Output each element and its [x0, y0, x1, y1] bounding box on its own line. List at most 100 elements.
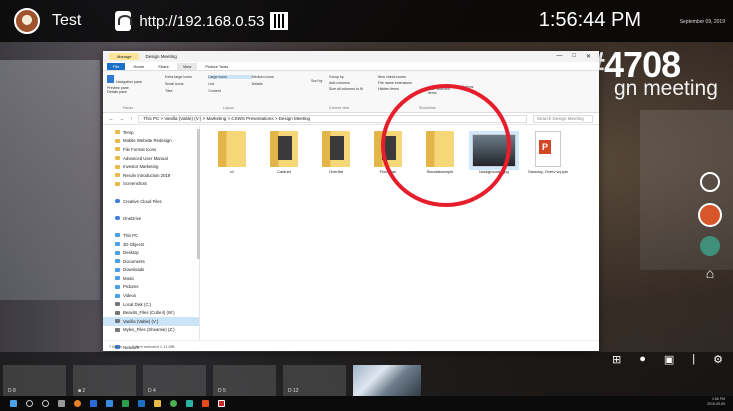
layout-details[interactable]: Details [252, 82, 295, 86]
close-button[interactable]: ✕ [586, 53, 591, 60]
forward-arrow-icon[interactable]: → [120, 116, 125, 121]
up-arrow-icon[interactable]: ↑ [130, 116, 132, 121]
nav-item[interactable]: Advanced User Manual [103, 154, 199, 163]
leaf-icon[interactable] [700, 236, 720, 256]
file-extensions-toggle[interactable]: File name extensions [378, 81, 412, 85]
layout-large-icons[interactable]: Large icons [208, 75, 252, 79]
globe-icon[interactable] [700, 172, 720, 192]
nav-item[interactable]: Vanilla (Vable) (V:) [103, 317, 199, 326]
tab-file[interactable]: File [107, 62, 126, 70]
group-by-button[interactable]: Group by [329, 75, 363, 79]
clock: 1:56:44 PM [538, 9, 641, 31]
home-icon[interactable]: ⌂ [700, 263, 720, 283]
add-columns-button[interactable]: Add columns [329, 81, 363, 85]
nav-item[interactable]: Creative Cloud Files [103, 197, 199, 206]
folder-icon [322, 131, 350, 167]
firefox-icon[interactable] [74, 400, 81, 407]
nav-item[interactable]: File Format Icons [103, 145, 199, 154]
tab-picture-tools[interactable]: Picture Tools [199, 63, 234, 70]
source-thumbnail-5[interactable]: D 12 [283, 365, 346, 396]
details-pane-button[interactable]: Details pane [107, 90, 142, 94]
status-selection: 1 item selected 1.11 MB [131, 343, 175, 349]
task-view-icon[interactable] [58, 400, 65, 407]
tab-share[interactable]: Share [152, 63, 175, 70]
nav-item[interactable]: Temp [103, 128, 199, 137]
nav-item[interactable]: Videos [103, 291, 199, 300]
cortana-icon[interactable] [42, 400, 49, 407]
search-icon[interactable] [26, 400, 33, 407]
manage-tab[interactable]: Manage [109, 53, 140, 60]
layout-grid-icon[interactable]: ⊞ [612, 353, 621, 366]
tray-divider: | [692, 353, 696, 365]
file-item[interactable]: Cabinet [259, 131, 309, 174]
active-source-preview[interactable] [353, 365, 421, 396]
room-name: Test [52, 12, 82, 29]
navigation-pane-button[interactable]: Navigation pane [116, 80, 142, 84]
brand-icon[interactable] [698, 203, 722, 227]
source-thumbnail-2[interactable]: ■ 2 [73, 365, 136, 396]
maximize-button[interactable]: □ [572, 53, 576, 60]
tab-home[interactable]: Home [127, 63, 150, 70]
app-icon-2[interactable] [202, 400, 209, 407]
app-icon[interactable] [186, 400, 193, 407]
folder-icon [115, 173, 120, 178]
chrome-icon[interactable] [170, 400, 177, 407]
file-name: v1 [229, 169, 235, 174]
nav-item[interactable]: Music [103, 274, 199, 283]
app-icon-3[interactable] [218, 400, 225, 407]
nav-item[interactable]: This PC [103, 231, 199, 240]
word-icon[interactable] [90, 400, 97, 407]
nav-item[interactable]: Mobile Website Redesign [103, 137, 199, 146]
nav-item-label: 3D Objects [123, 241, 145, 247]
size-columns-button[interactable]: Size all columns to fit [329, 87, 363, 91]
edge-icon[interactable] [138, 400, 145, 407]
camera-icon[interactable]: ● [639, 353, 646, 366]
file-explorer-icon[interactable] [154, 400, 161, 407]
nav-item[interactable]: Myles_Files (Sheamie) (Z:) [103, 326, 199, 335]
back-arrow-icon[interactable]: ← [109, 116, 114, 121]
tab-view[interactable]: View [176, 62, 198, 70]
search-input[interactable]: Search Design Meeting [533, 114, 593, 123]
outlook-icon[interactable] [106, 400, 113, 407]
layout-content[interactable]: Content [208, 89, 251, 93]
layout-medium-icons[interactable]: Medium icons [252, 75, 295, 79]
qr-code-icon[interactable] [270, 12, 289, 30]
hidden-items-toggle[interactable]: Hidden items [378, 87, 412, 91]
source-thumbnail-1[interactable]: D 8 [3, 365, 66, 396]
layout-list[interactable]: List [208, 82, 251, 86]
layout-small-icons[interactable]: Small icons [165, 82, 208, 86]
file-item[interactable]: v1 [207, 131, 257, 174]
layout-extra-large-icons[interactable]: Extra large icons [165, 75, 208, 79]
source-thumbnail-3[interactable]: D 4 [143, 365, 206, 396]
nav-item[interactable]: Resolv introduction 2019 [103, 171, 199, 180]
nav-item[interactable]: Downloads [103, 266, 199, 275]
nav-scrollbar[interactable] [197, 129, 200, 259]
nav-item[interactable]: 3D Objects [103, 240, 199, 249]
file-item[interactable]: Overflat [311, 131, 361, 174]
start-icon[interactable] [10, 400, 17, 407]
nav-item[interactable]: OneDrive [103, 214, 199, 223]
minimize-button[interactable]: — [556, 53, 562, 60]
drive-icon [115, 319, 120, 324]
nav-item[interactable]: Local Disk (C:) [103, 300, 199, 309]
nav-item[interactable]: Screenshots [103, 180, 199, 189]
window-title: Design Meeting [145, 54, 177, 59]
nav-item[interactable]: Investor Marketing [103, 162, 199, 171]
folder-icon [115, 156, 120, 161]
nav-item[interactable]: Desktop [103, 248, 199, 257]
nav-item-label: Pictures [123, 284, 139, 290]
settings-gear-icon[interactable]: ⚙ [713, 353, 723, 366]
layout-tiles[interactable]: Tiles [165, 89, 208, 93]
item-check-boxes-toggle[interactable]: Item check boxes [378, 75, 412, 79]
navigation-pane-icon[interactable] [107, 75, 114, 83]
nav-item[interactable]: Pictures [103, 283, 199, 292]
file-item[interactable]: Saradoy, Overv w.pptx [523, 131, 573, 174]
nav-item[interactable]: Beavits_Files (Cube4) (W:) [103, 308, 199, 317]
folder-icon [115, 164, 120, 169]
nav-item-label: Temp [123, 129, 134, 135]
sort-by-button[interactable]: Sort by [311, 79, 322, 83]
nav-item[interactable]: Documents [103, 257, 199, 266]
excel-icon[interactable] [122, 400, 129, 407]
display-icon[interactable]: ▣ [664, 353, 674, 366]
source-thumbnail-4[interactable]: D 5 [213, 365, 276, 396]
